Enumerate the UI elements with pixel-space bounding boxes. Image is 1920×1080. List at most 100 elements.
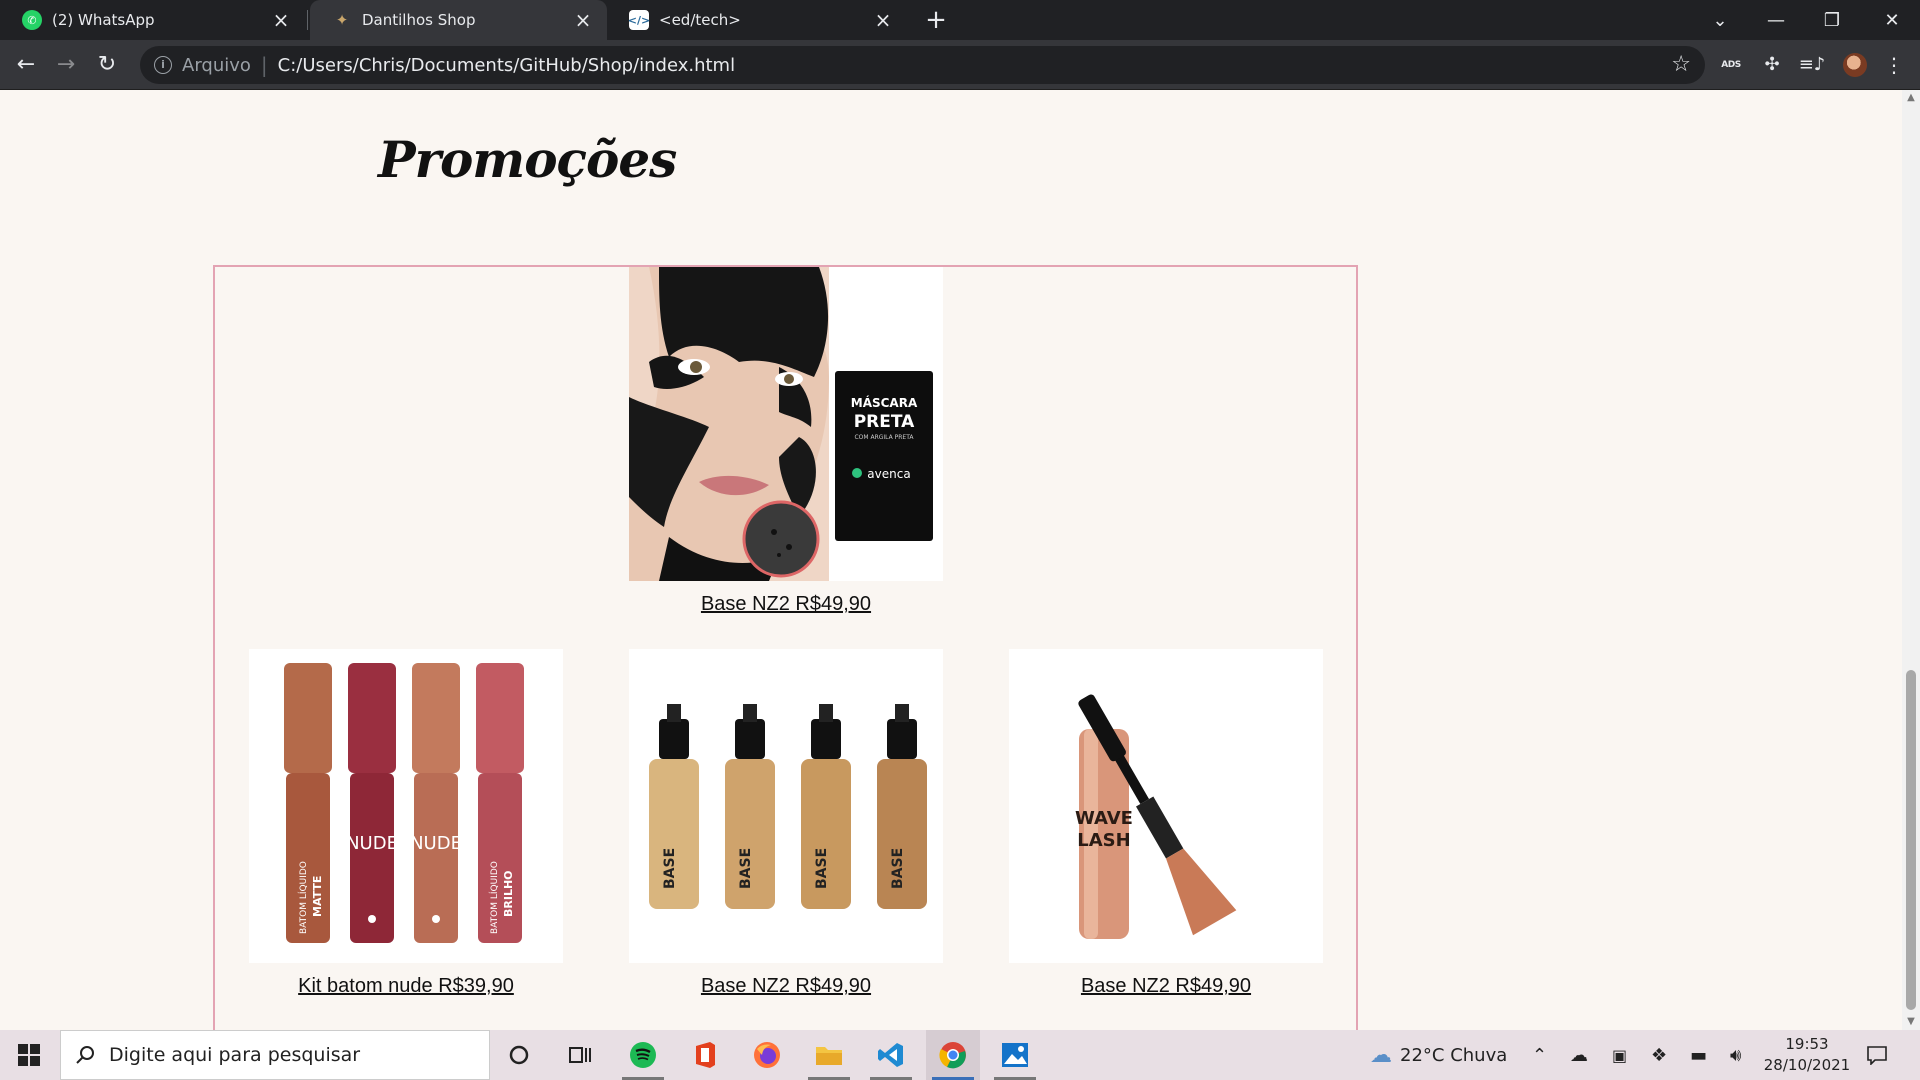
product-link[interactable]: Base NZ2 R$49,90 [701, 975, 871, 998]
product-link[interactable]: Base NZ2 R$49,90 [701, 593, 871, 616]
product-image-foundation[interactable]: BASE BASE BASE BASE [629, 649, 943, 963]
tab-search-chevron-icon[interactable]: ⌄ [1692, 0, 1748, 40]
vscode-icon [878, 1043, 903, 1067]
scroll-down-icon[interactable]: ▼ [1902, 1014, 1920, 1030]
scroll-thumb[interactable] [1906, 670, 1916, 1010]
scroll-up-icon[interactable]: ▲ [1902, 90, 1920, 106]
product-image-black-mask[interactable]: MÁSCARA PRETA COM ARGILA PRETA avenca [629, 267, 943, 581]
edtech-favicon-icon: </> [628, 10, 650, 30]
media-queue-icon[interactable]: ≡♪ [1798, 52, 1826, 78]
minimize-button[interactable]: — [1748, 0, 1804, 40]
firefox-icon [754, 1042, 780, 1068]
chrome-app[interactable] [926, 1030, 980, 1080]
start-button[interactable] [0, 1030, 58, 1080]
close-icon[interactable]: × [873, 8, 893, 32]
clock-date: 28/10/2021 [1763, 1056, 1851, 1074]
svg-text:BASE: BASE [814, 848, 830, 889]
clock-time: 19:53 [1785, 1035, 1829, 1053]
spotify-app[interactable] [616, 1030, 670, 1080]
product-link[interactable]: Kit batom nude R$39,90 [298, 975, 514, 998]
volume-icon[interactable]: 🔊︎ [1730, 1030, 1741, 1080]
svg-text:MÁSCARA: MÁSCARA [851, 395, 918, 410]
weather-text: 22°C Chuva [1400, 1044, 1508, 1066]
tab-separator [307, 10, 308, 30]
task-view-icon [569, 1047, 591, 1063]
svg-text:BASE: BASE [662, 848, 678, 889]
folder-icon [816, 1047, 842, 1065]
close-window-button[interactable]: ✕ [1864, 0, 1920, 40]
office-app[interactable] [678, 1030, 732, 1080]
search-icon [76, 1046, 94, 1064]
page-viewport: Promoções MÁSCARA PRETA COM ARGILA PRETA… [0, 90, 1902, 1030]
info-icon[interactable]: i [154, 56, 172, 74]
system-clock[interactable]: 19:53 28/10/2021 [1762, 1034, 1852, 1076]
notification-bubble-icon [1867, 1046, 1887, 1065]
show-hidden-icons-chevron-icon[interactable]: ⌃ [1532, 1030, 1547, 1080]
product-image-mascara[interactable]: WAVE LASH [1009, 649, 1323, 963]
svg-text:BASE: BASE [890, 848, 906, 889]
office-icon [696, 1042, 715, 1068]
task-view-button[interactable] [553, 1030, 607, 1080]
cortana-circle-icon [509, 1045, 529, 1065]
firefox-app[interactable] [740, 1030, 794, 1080]
promotions-container: MÁSCARA PRETA COM ARGILA PRETA avenca Ba… [213, 265, 1358, 1030]
meet-now-icon[interactable]: ▣ [1612, 1030, 1627, 1080]
section-title: Promoções [378, 130, 677, 189]
cortana-button[interactable] [492, 1030, 546, 1080]
product-card: MÁSCARA PRETA COM ARGILA PRETA avenca Ba… [629, 267, 943, 616]
close-icon[interactable]: × [573, 8, 593, 32]
onedrive-cloud-icon[interactable]: ☁ [1570, 1030, 1588, 1080]
bookmark-star-icon[interactable]: ☆ [1671, 52, 1691, 77]
forward-button[interactable]: → [50, 49, 82, 81]
weather-widget[interactable]: ☁ 22°C Chuva [1370, 1030, 1507, 1080]
notifications-icon[interactable] [1866, 1030, 1888, 1080]
tab-title: <ed/tech> [659, 11, 741, 29]
vscode-app[interactable] [864, 1030, 918, 1080]
svg-text:MATTE: MATTE [311, 876, 324, 917]
battery-icon[interactable]: ▬ [1690, 1030, 1707, 1080]
photos-app[interactable] [988, 1030, 1042, 1080]
product-link[interactable]: Base NZ2 R$49,90 [1081, 975, 1251, 998]
product-card: WAVE LASH Base NZ2 R$49,90 [1009, 649, 1323, 998]
reload-button[interactable]: ↻ [91, 49, 123, 81]
address-url[interactable]: C:/Users/Chris/Documents/GitHub/Shop/ind… [278, 55, 735, 76]
close-icon[interactable]: × [271, 8, 291, 32]
extensions-puzzle-icon[interactable]: ✣ [1758, 52, 1786, 78]
svg-text:LASH: LASH [1077, 830, 1130, 851]
profile-avatar[interactable] [1843, 53, 1867, 77]
new-tab-button[interactable]: + [920, 4, 952, 36]
tab-whatsapp[interactable]: ✆ (2) WhatsApp × [0, 0, 305, 40]
file-explorer-app[interactable] [802, 1030, 856, 1080]
svg-text:NUDE: NUDE [346, 833, 398, 854]
foundation-illustration: BASE BASE BASE BASE [629, 649, 943, 963]
tab-dantilhos-shop[interactable]: ✦ Dantilhos Shop × [310, 0, 607, 40]
restore-button[interactable]: ❐ [1804, 0, 1860, 40]
product-image-lipstick-kit[interactable]: BATOM LÍQUIDO MATTE NUDE NUDE BATOM LÍQU… [249, 649, 563, 963]
tab-edtech[interactable]: </> <ed/tech> × [607, 0, 907, 40]
tab-title: Dantilhos Shop [362, 11, 476, 29]
svg-text:avenca: avenca [867, 467, 910, 481]
shop-favicon-icon: ✦ [335, 11, 349, 29]
product-card: BASE BASE BASE BASE Base NZ2 R$49,90 [629, 649, 943, 998]
product-card: BATOM LÍQUIDO MATTE NUDE NUDE BATOM LÍQU… [249, 649, 563, 998]
photos-icon [1002, 1043, 1028, 1067]
ads-extension-icon[interactable]: ADS [1718, 52, 1744, 78]
dropbox-icon[interactable]: ❖ [1651, 1030, 1667, 1080]
lipstick-illustration: BATOM LÍQUIDO MATTE NUDE NUDE BATOM LÍQU… [249, 649, 563, 963]
windows-logo-icon [18, 1044, 40, 1066]
address-divider: | [260, 53, 268, 77]
svg-text:PRETA: PRETA [854, 412, 915, 432]
menu-kebab-icon[interactable]: ⋮ [1880, 52, 1908, 78]
chrome-icon [939, 1042, 966, 1069]
taskbar-search-box[interactable]: Digite aqui para pesquisar [60, 1030, 490, 1080]
svg-text:WAVE: WAVE [1075, 808, 1133, 829]
back-button[interactable]: ← [10, 49, 42, 81]
windows-taskbar: Digite aqui para pesquisar ☁ 22°C Chuva … [0, 1030, 1920, 1080]
mask-illustration: MÁSCARA PRETA COM ARGILA PRETA avenca [629, 267, 943, 581]
address-bar[interactable]: i Arquivo | C:/Users/Chris/Documents/Git… [140, 46, 1705, 84]
address-scheme: Arquivo [182, 54, 251, 76]
browser-tab-strip: ✆ (2) WhatsApp × ✦ Dantilhos Shop × </> … [0, 0, 1920, 40]
svg-text:BATOM LÍQUIDO: BATOM LÍQUIDO [488, 861, 500, 934]
page-scrollbar[interactable]: ▲ ▼ [1902, 90, 1920, 1030]
svg-text:BATOM LÍQUIDO: BATOM LÍQUIDO [297, 861, 309, 934]
